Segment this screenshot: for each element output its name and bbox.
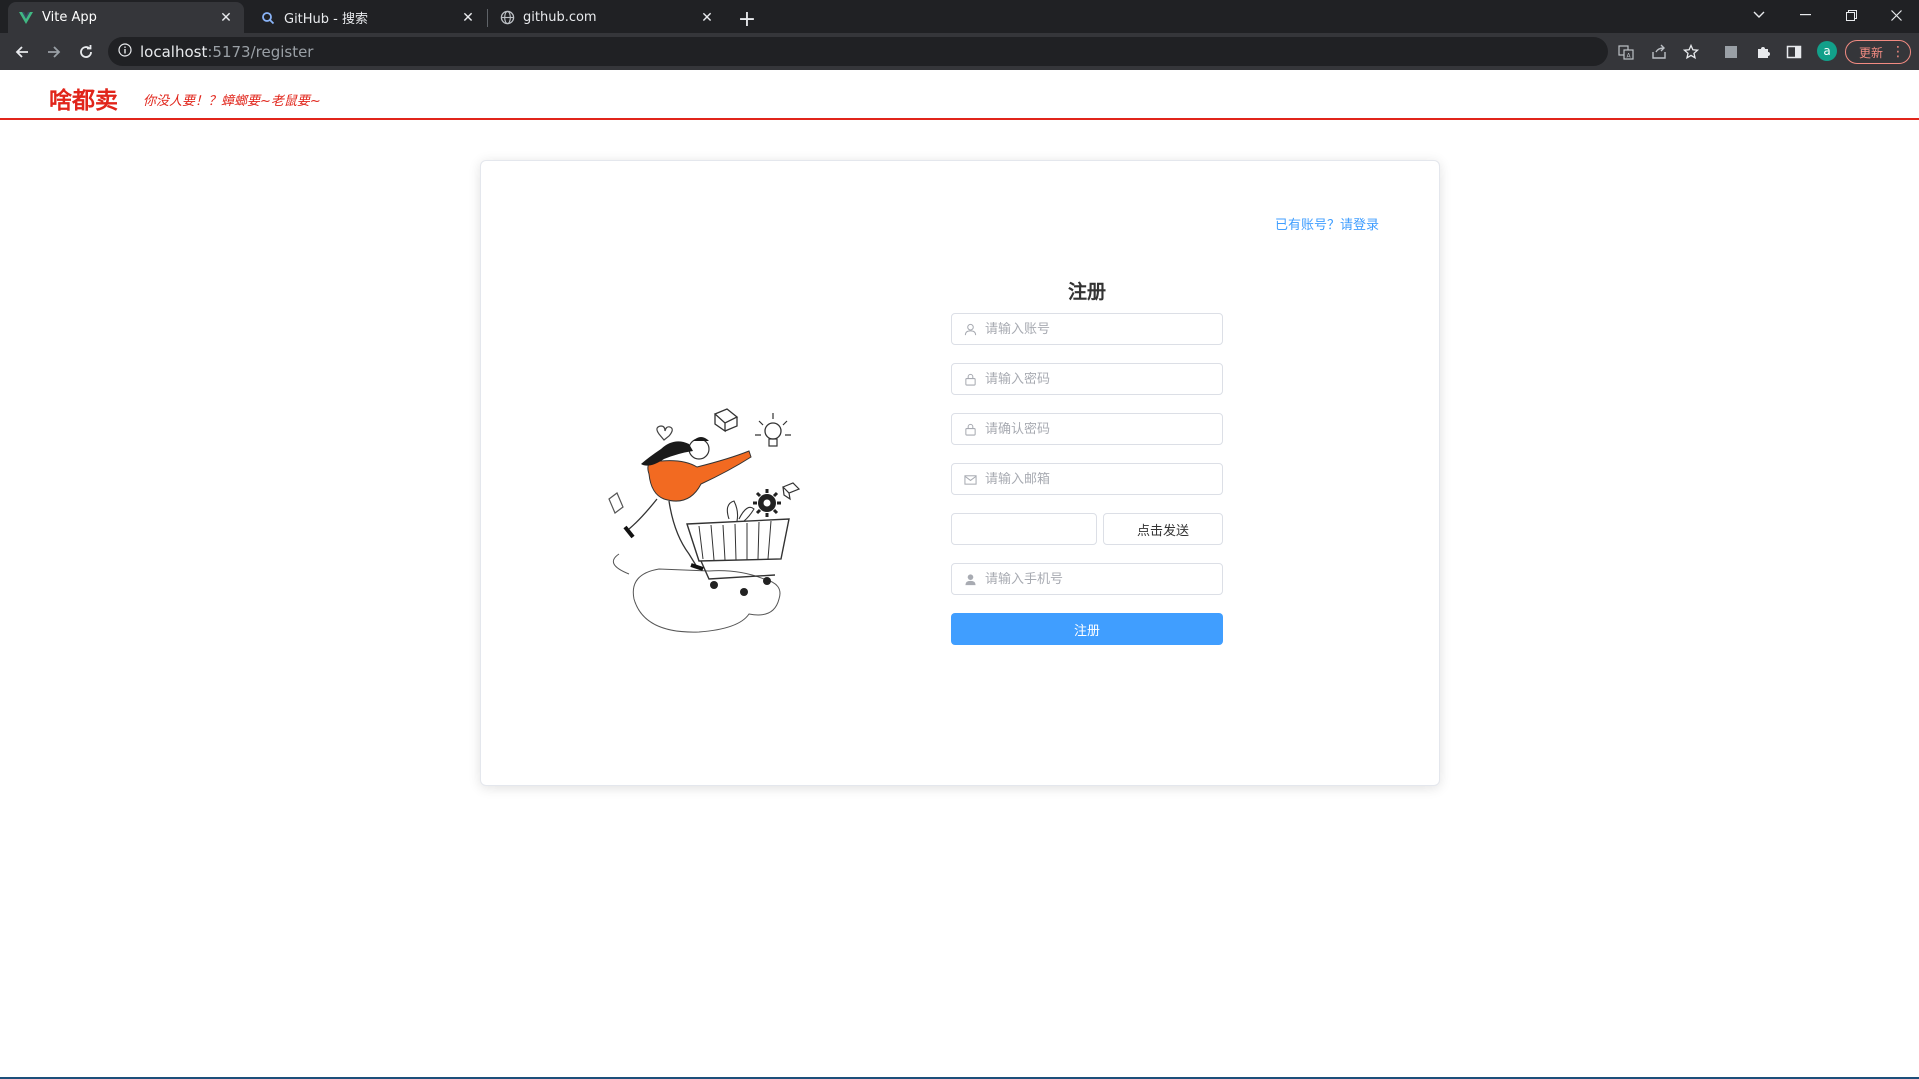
user-icon [963, 322, 977, 336]
close-window-icon[interactable] [1873, 0, 1919, 30]
lock-icon [963, 422, 977, 436]
site-logo[interactable]: 啥都卖 [49, 81, 118, 115]
puzzle-extensions-icon[interactable] [1749, 38, 1777, 66]
url-host: localhost [140, 42, 208, 61]
send-code-button[interactable]: 点击发送 [1103, 513, 1223, 545]
password-input[interactable] [985, 371, 1205, 387]
browser-toolbar: localhost:5173/register A a 更新 ⋮ [0, 33, 1919, 70]
tab-github-search[interactable]: GitHub - 搜索 ✕ [250, 2, 486, 33]
site-info-icon[interactable] [118, 42, 132, 61]
more-menu-icon: ⋮ [1891, 44, 1906, 60]
url-text: localhost:5173/register [140, 43, 313, 61]
minimize-icon[interactable] [1782, 0, 1828, 30]
phone-input[interactable] [985, 571, 1205, 587]
tab-close-icon[interactable]: ✕ [218, 10, 234, 26]
mail-icon [963, 472, 977, 486]
password-field[interactable] [951, 363, 1223, 395]
globe-icon [499, 10, 515, 26]
user-filled-icon [963, 572, 977, 586]
share-icon[interactable] [1645, 38, 1673, 66]
forward-arrow-icon[interactable] [40, 38, 68, 66]
tab-github-com[interactable]: github.com ✕ [489, 2, 725, 33]
register-card: 已有账号？请登录 注册 请输入账号 请输入邮箱 点击发送 请输入手机号 注册 [480, 160, 1440, 786]
shopping-cart-illustration [589, 389, 819, 649]
tab-close-icon[interactable]: ✕ [699, 10, 715, 26]
confirm-password-field[interactable] [951, 413, 1223, 445]
email-field[interactable] [951, 463, 1223, 495]
site-header: 啥都卖 你没人要！？蟑螂要~老鼠要~ [0, 70, 1919, 120]
site-slogan: 你没人要！？蟑螂要~老鼠要~ [143, 94, 321, 109]
extension-square-icon[interactable] [1717, 38, 1745, 66]
phone-field[interactable] [951, 563, 1223, 595]
tab-title: github.com [523, 10, 597, 25]
verification-code-input[interactable] [951, 513, 1097, 545]
back-arrow-icon[interactable] [8, 38, 36, 66]
url-path: :5173/register [207, 42, 314, 61]
browser-tab-bar: Vite App ✕ GitHub - 搜索 ✕ github.com ✕ + [0, 0, 1919, 33]
tab-search-chevron-icon[interactable] [1736, 0, 1782, 30]
restore-icon[interactable] [1828, 0, 1874, 30]
tab-close-icon[interactable]: ✕ [460, 10, 476, 26]
login-link[interactable]: 已有账号？请登录 [1275, 214, 1379, 233]
address-bar[interactable]: localhost:5173/register [108, 37, 1608, 66]
username-input[interactable] [985, 321, 1205, 337]
profile-avatar[interactable]: a [1817, 41, 1837, 61]
tab-separator [487, 9, 488, 27]
page-content: 啥都卖 你没人要！？蟑螂要~老鼠要~ 已有账号？请登录 注册 请输入账号 请输入… [0, 70, 1919, 1079]
register-submit-button[interactable]: 注册 [951, 613, 1223, 645]
search-icon [260, 10, 276, 26]
username-field[interactable] [951, 313, 1223, 345]
update-label: 更新 [1859, 45, 1884, 60]
translate-icon[interactable]: A [1612, 38, 1640, 66]
confirm-password-input[interactable] [985, 421, 1205, 437]
new-tab-button[interactable]: + [733, 5, 761, 33]
side-panel-icon[interactable] [1780, 38, 1808, 66]
tab-title: GitHub - 搜索 [284, 12, 369, 27]
reload-icon[interactable] [72, 38, 100, 66]
update-button[interactable]: 更新 ⋮ [1845, 40, 1911, 64]
vite-icon [18, 10, 34, 26]
bookmark-star-icon[interactable] [1677, 38, 1705, 66]
email-input[interactable] [985, 471, 1205, 487]
lock-icon [963, 372, 977, 386]
tab-vite-app[interactable]: Vite App ✕ [8, 2, 244, 33]
tab-title: Vite App [42, 10, 97, 25]
register-title: 注册 [1067, 281, 1106, 303]
